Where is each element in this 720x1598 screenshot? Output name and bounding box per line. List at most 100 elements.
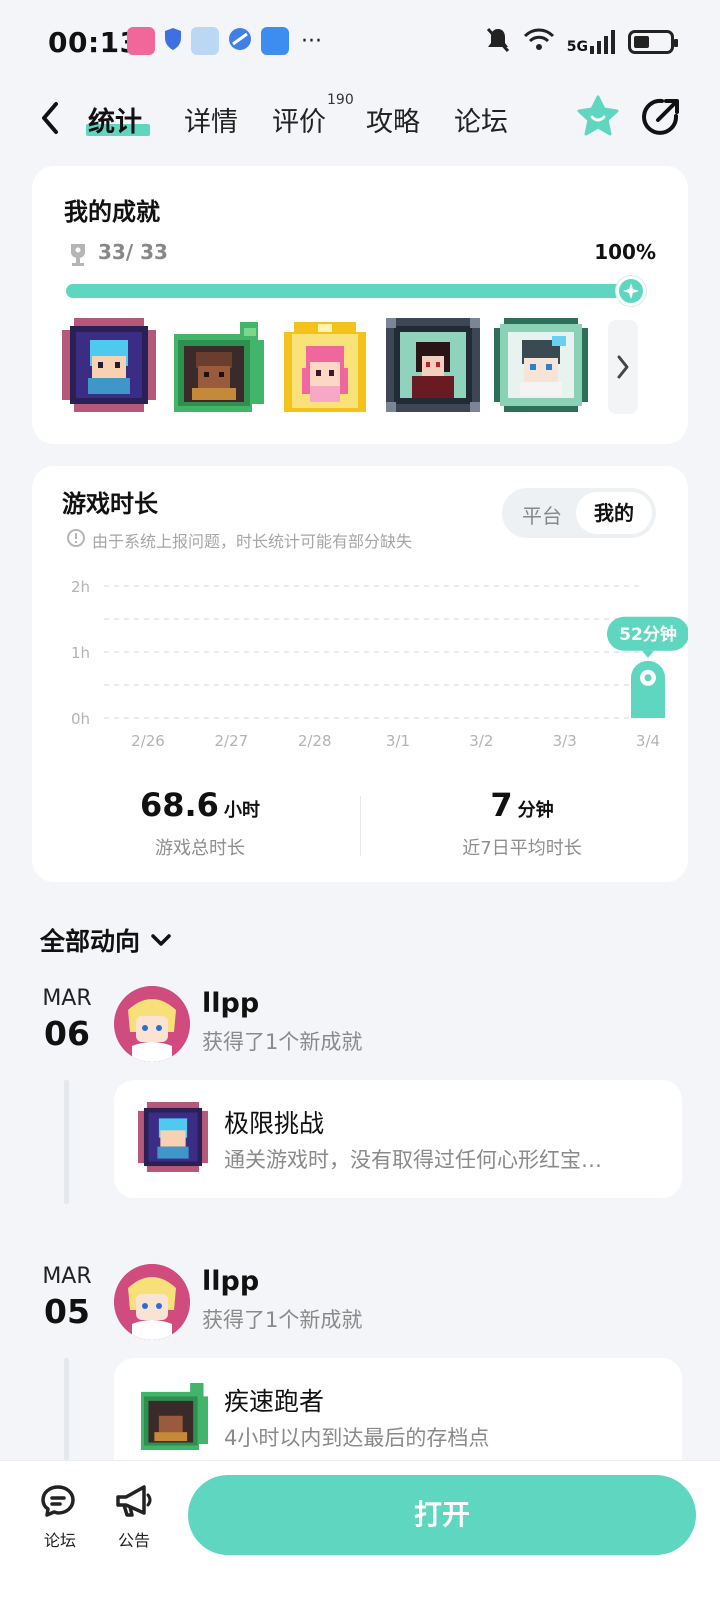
system-status-icons: 5G — [485, 26, 678, 58]
activity-header: 全部动向 — [40, 927, 141, 956]
star-icon — [577, 95, 619, 136]
average-playtime-value: 7 — [490, 786, 513, 824]
entry-day: 06 — [44, 1014, 90, 1053]
toggle-platform[interactable]: 平台 — [522, 500, 562, 529]
signal-icon: 5G — [567, 30, 616, 54]
achievement-badges — [62, 318, 588, 412]
x-tick-label: 2/28 — [298, 732, 332, 750]
announcement-button[interactable]: 公告 — [104, 1483, 164, 1551]
total-playtime: 68.6 小时 游戏总时长 — [40, 786, 360, 860]
chevron-down-icon — [151, 934, 171, 946]
achievement-entry-card[interactable]: 极限挑战 通关游戏时，没有取得过任何心形红宝… — [114, 1080, 682, 1198]
browser-app-icon — [227, 26, 253, 56]
avatar[interactable] — [114, 1264, 190, 1340]
tab-guides[interactable]: 攻略 — [366, 100, 420, 139]
achievement-badge[interactable] — [170, 318, 264, 412]
tab-forum[interactable]: 论坛 — [454, 100, 508, 139]
status-time: 00:13 — [48, 26, 140, 59]
network-type: 5G — [566, 39, 588, 55]
more-notifications-icon: ··· — [301, 28, 322, 54]
achievement-title: 极限挑战 — [224, 1109, 325, 1138]
playtime-title: 游戏时长 — [62, 490, 158, 518]
total-playtime-label: 游戏总时长 — [155, 838, 245, 859]
more-achievements-button[interactable] — [608, 320, 638, 414]
average-playtime-label: 近7日平均时长 — [462, 838, 582, 859]
status-bar: 00:13 ··· 5G — [0, 0, 720, 86]
bar-marker-dot — [644, 674, 652, 682]
achievement-badge[interactable] — [386, 318, 480, 412]
timeline-line — [64, 1080, 69, 1204]
achievement-thumbnail — [140, 1382, 208, 1450]
forum-chat-icon — [41, 1485, 75, 1517]
user-action: 获得了1个新成就 — [202, 1030, 363, 1054]
playtime-source-toggle: 平台 我的 — [502, 488, 656, 538]
tab-details[interactable]: 详情 — [184, 100, 238, 139]
toggle-mine[interactable]: 我的 — [576, 492, 652, 534]
user-action: 获得了1个新成就 — [202, 1308, 363, 1332]
bar — [631, 660, 665, 718]
back-button[interactable] — [36, 98, 66, 138]
top-nav: 统计 详情 评价 190 攻略 论坛 — [0, 86, 720, 158]
playtime-notice: 由于系统上报问题，时长统计可能有部分缺失 — [92, 532, 413, 551]
y-tick-label: 0h — [71, 710, 90, 728]
x-tick-label: 3/2 — [469, 732, 493, 750]
announcement-label: 公告 — [117, 1531, 150, 1550]
battery-level — [634, 36, 650, 48]
achievement-thumbnail — [138, 1102, 208, 1172]
achievements-card[interactable]: 我的成就 33/ 33 100% — [32, 166, 688, 444]
wifi-icon — [523, 27, 555, 57]
chevron-left-icon — [42, 102, 58, 134]
achievement-entry-card[interactable]: 疾速跑者 4小时以内到达最后的存档点 — [114, 1358, 682, 1460]
achievement-description: 4小时以内到达最后的存档点 — [224, 1426, 490, 1450]
playtime-chart: 0h 1h 2h 2/26 2/27 2/28 3/1 3/2 3/3 3/4 52分钟 — [71, 578, 688, 750]
achievement-badge[interactable] — [494, 318, 588, 412]
achievements-count: 33/ 33 — [98, 240, 168, 264]
tab-stats[interactable]: 统计 — [88, 100, 142, 139]
playtime-card: 游戏时长 由于系统上报问题，时长统计可能有部分缺失 平台 我的 0h 1h 2h 2/… — [32, 466, 688, 882]
avatar[interactable] — [114, 986, 190, 1062]
stats-divider — [360, 796, 361, 856]
y-tick-label: 1h — [71, 644, 90, 662]
reviews-count: 190 — [327, 92, 354, 108]
username[interactable]: llpp — [202, 988, 259, 1019]
achievement-progress-fill — [66, 284, 640, 298]
chevron-right-icon — [617, 355, 629, 379]
achievements-title: 我的成就 — [64, 198, 160, 226]
tab-reviews[interactable]: 评价 — [272, 100, 326, 139]
x-tick-label: 3/4 — [636, 732, 660, 750]
share-button[interactable] — [640, 96, 682, 138]
average-playtime-unit: 分钟 — [517, 800, 554, 821]
share-icon — [642, 98, 679, 135]
shield-icon — [163, 27, 183, 55]
x-tick-label: 2/26 — [131, 732, 165, 750]
chat-bot-app-icon — [191, 27, 219, 55]
achievement-description: 通关游戏时，没有取得过任何心形红宝… — [224, 1148, 602, 1172]
x-tick-label: 3/3 — [553, 732, 577, 750]
total-playtime-unit: 小时 — [224, 800, 261, 821]
achievement-progress-bar — [66, 276, 646, 306]
x-tick-label: 3/1 — [386, 732, 410, 750]
achievement-badge[interactable] — [278, 318, 372, 412]
achievement-title: 疾速跑者 — [224, 1387, 325, 1416]
activity-filter[interactable]: 全部动向 — [40, 922, 172, 958]
mute-icon — [485, 26, 511, 58]
bilibili-app-icon — [127, 27, 155, 55]
trophy-icon — [71, 244, 85, 266]
value-bubble-tail — [642, 650, 654, 658]
forum-button[interactable]: 论坛 — [30, 1483, 90, 1551]
achievements-percent: 100% — [594, 240, 656, 264]
total-playtime-value: 68.6 — [139, 786, 219, 824]
follow-button[interactable] — [576, 94, 620, 138]
entry-day: 05 — [44, 1292, 90, 1331]
message-app-icon — [261, 27, 289, 55]
megaphone-icon — [116, 1485, 152, 1517]
open-game-button[interactable]: 打开 — [188, 1475, 696, 1555]
info-icon — [67, 529, 85, 547]
value-label: 52分钟 — [619, 624, 677, 645]
entry-month: MAR — [42, 986, 92, 1011]
timeline-line — [64, 1358, 69, 1460]
achievement-badge[interactable] — [62, 318, 156, 412]
x-tick-label: 2/27 — [214, 732, 248, 750]
username[interactable]: llpp — [202, 1266, 259, 1297]
forum-label: 论坛 — [43, 1531, 76, 1550]
